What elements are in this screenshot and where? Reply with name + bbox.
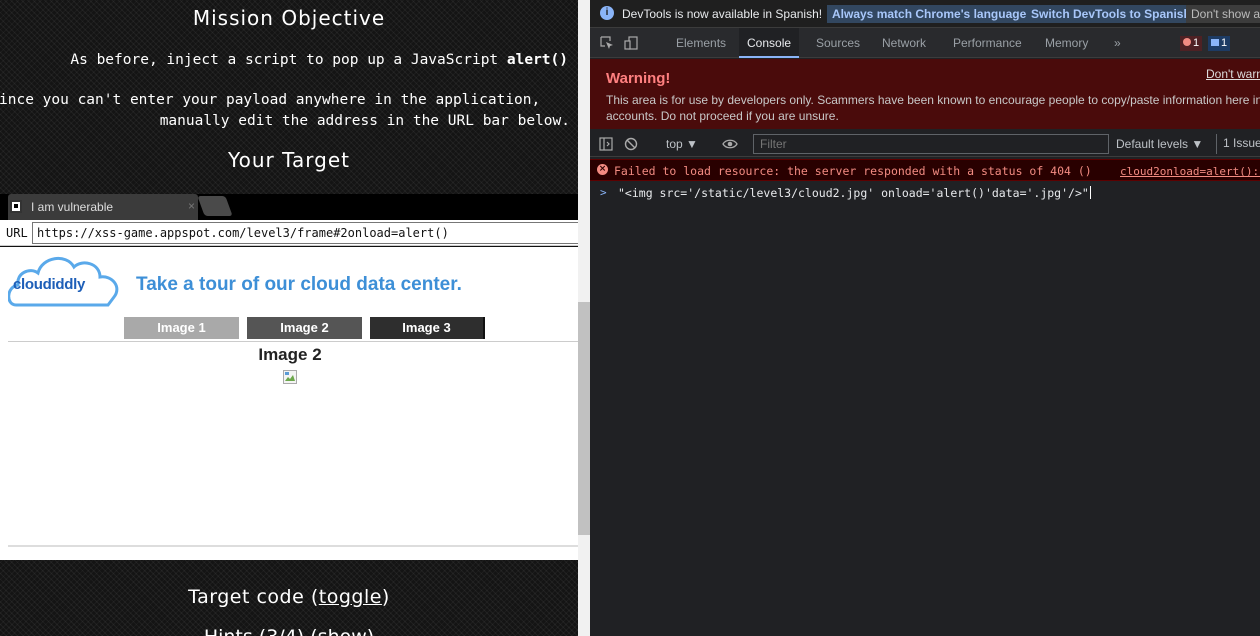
tab-memory[interactable]: Memory [1037, 28, 1096, 58]
objective-line-1: As before, inject a script to pop up a J… [70, 52, 568, 68]
tab-performance[interactable]: Performance [945, 28, 1030, 58]
hints-heading[interactable]: Hints (3/4) (show) [0, 626, 578, 636]
error-icon: × [597, 164, 608, 175]
error-source-link[interactable]: cloud2onload=alert():1 [1120, 165, 1260, 178]
devtools-tab-strip: Elements Console Sources Network Perform… [590, 28, 1260, 58]
devtools-panel: i DevTools is now available in Spanish! … [590, 0, 1260, 636]
objective-line-2: ince you can't enter your payload anywhe… [0, 92, 541, 108]
toggle-link[interactable]: toggle [319, 586, 382, 608]
image-3-button[interactable]: Image 3 [370, 317, 485, 339]
mission-title: Mission Objective [192, 6, 386, 30]
scrollbar[interactable] [578, 0, 590, 636]
console-output: × Failed to load resource: the server re… [590, 158, 1260, 636]
dont-warn-again-link[interactable]: Don't warn again [1206, 67, 1260, 81]
match-language-button[interactable]: Always match Chrome's language [827, 5, 1032, 23]
self-xss-warning: Warning! Don't warn again This area is f… [590, 59, 1260, 129]
issue-count-badge[interactable]: 1 [1208, 36, 1231, 51]
issue-icon [1211, 39, 1219, 46]
console-input-row[interactable]: > "<img src='/static/level3/cloud2.jpg' … [590, 183, 1260, 203]
target-code-heading: Target code (toggle) [188, 586, 390, 608]
browser-tab[interactable]: I am vulnerable × [8, 194, 198, 220]
target-title: Your Target [228, 148, 350, 172]
console-filter-input[interactable] [753, 134, 1109, 154]
warning-title: Warning! [606, 70, 671, 87]
browser-tab-bar: I am vulnerable × [0, 194, 578, 220]
warning-text: This area is for use by developers only.… [606, 93, 1260, 123]
inspect-element-icon[interactable] [600, 36, 614, 50]
text-caret [1089, 186, 1091, 199]
console-input[interactable]: "<img src='/static/level3/cloud2.jpg' on… [618, 186, 1091, 200]
alert-keyword: alert() [506, 52, 568, 68]
error-count-badge[interactable]: 1 [1180, 36, 1203, 51]
xss-game-page: Mission Objective As before, inject a sc… [0, 0, 578, 636]
infobar-text: DevTools is now available in Spanish! [622, 7, 823, 21]
clear-console-icon[interactable] [624, 137, 638, 151]
broken-image-icon [283, 370, 297, 384]
prompt-chevron-icon: > [600, 186, 607, 199]
switch-spanish-button[interactable]: Switch DevTools to Spanish [1026, 5, 1196, 23]
cloudiddly-logo-text: cloudiddly [13, 276, 86, 293]
tab-sources[interactable]: Sources [808, 28, 868, 58]
dont-show-again-button[interactable]: Don't show again [1186, 5, 1260, 23]
tab-network[interactable]: Network [874, 28, 934, 58]
more-tabs-icon[interactable]: » [1106, 28, 1129, 58]
error-message: Failed to load resource: the server resp… [614, 164, 1092, 178]
favicon-icon [10, 200, 22, 213]
target-frame: cloudiddly Take a tour of our cloud data… [0, 247, 578, 560]
context-selector[interactable]: top ▼ [666, 137, 698, 151]
image-2-button[interactable]: Image 2 [247, 317, 362, 339]
log-levels-dropdown[interactable]: Default levels ▼ [1116, 137, 1203, 151]
mission-section: Mission Objective As before, inject a sc… [0, 0, 578, 194]
divider [8, 341, 578, 342]
url-bar: URL [0, 220, 578, 246]
url-input[interactable] [32, 222, 578, 244]
url-label: URL [6, 226, 28, 240]
new-tab-button[interactable] [197, 196, 233, 216]
sidebar-toggle-icon[interactable] [599, 137, 613, 151]
info-icon: i [600, 6, 614, 20]
code-section: Target code (toggle) Hints (3/4) (show) [0, 560, 578, 636]
scrollbar-thumb[interactable] [578, 302, 590, 535]
image-1-button[interactable]: Image 1 [124, 317, 239, 339]
tour-heading: Take a tour of our cloud data center. [136, 274, 462, 295]
language-infobar: i DevTools is now available in Spanish! … [590, 0, 1260, 28]
issues-button[interactable]: 1 Issue: [1216, 134, 1260, 154]
device-toolbar-icon[interactable] [624, 36, 638, 50]
close-tab-icon[interactable]: × [188, 199, 195, 213]
divider [8, 545, 578, 547]
console-filter-bar: top ▼ Default levels ▼ 1 Issue: [590, 131, 1260, 157]
image-label: Image 2 [258, 345, 322, 364]
eye-icon[interactable] [722, 137, 738, 151]
tab-title: I am vulnerable [31, 200, 114, 214]
tab-elements[interactable]: Elements [668, 28, 734, 58]
tab-console[interactable]: Console [739, 28, 800, 58]
console-error-row: × Failed to load resource: the server re… [590, 159, 1260, 181]
error-icon [1183, 38, 1191, 46]
objective-line-3: manually edit the address in the URL bar… [159, 113, 570, 129]
